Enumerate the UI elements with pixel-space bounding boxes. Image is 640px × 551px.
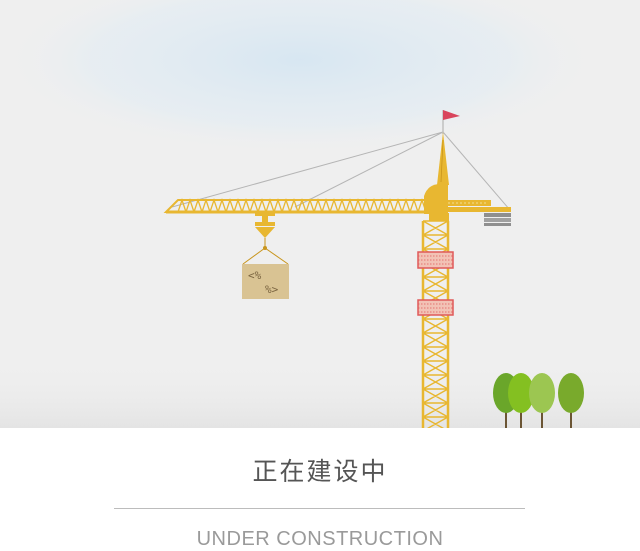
counterweight xyxy=(484,213,511,226)
tower-cage-upper xyxy=(417,251,454,269)
crate-text-open: <% xyxy=(248,269,262,282)
divider xyxy=(114,508,525,509)
page-title: 正在建设中 xyxy=(252,457,388,486)
tower-cage-lower xyxy=(417,299,454,316)
sky-haze xyxy=(0,0,600,155)
crane-illustration: <% %> xyxy=(0,0,640,428)
crane-jib xyxy=(163,197,435,214)
crane-cab xyxy=(424,184,449,221)
crane-hook xyxy=(242,213,289,265)
crane-counter-jib xyxy=(445,200,511,212)
crate-text-close: %> xyxy=(265,283,279,296)
construction-scene: <% %> xyxy=(0,0,640,428)
page-subtitle: UNDER CONSTRUCTION xyxy=(196,528,444,550)
code-crate: <% %> xyxy=(242,264,289,299)
